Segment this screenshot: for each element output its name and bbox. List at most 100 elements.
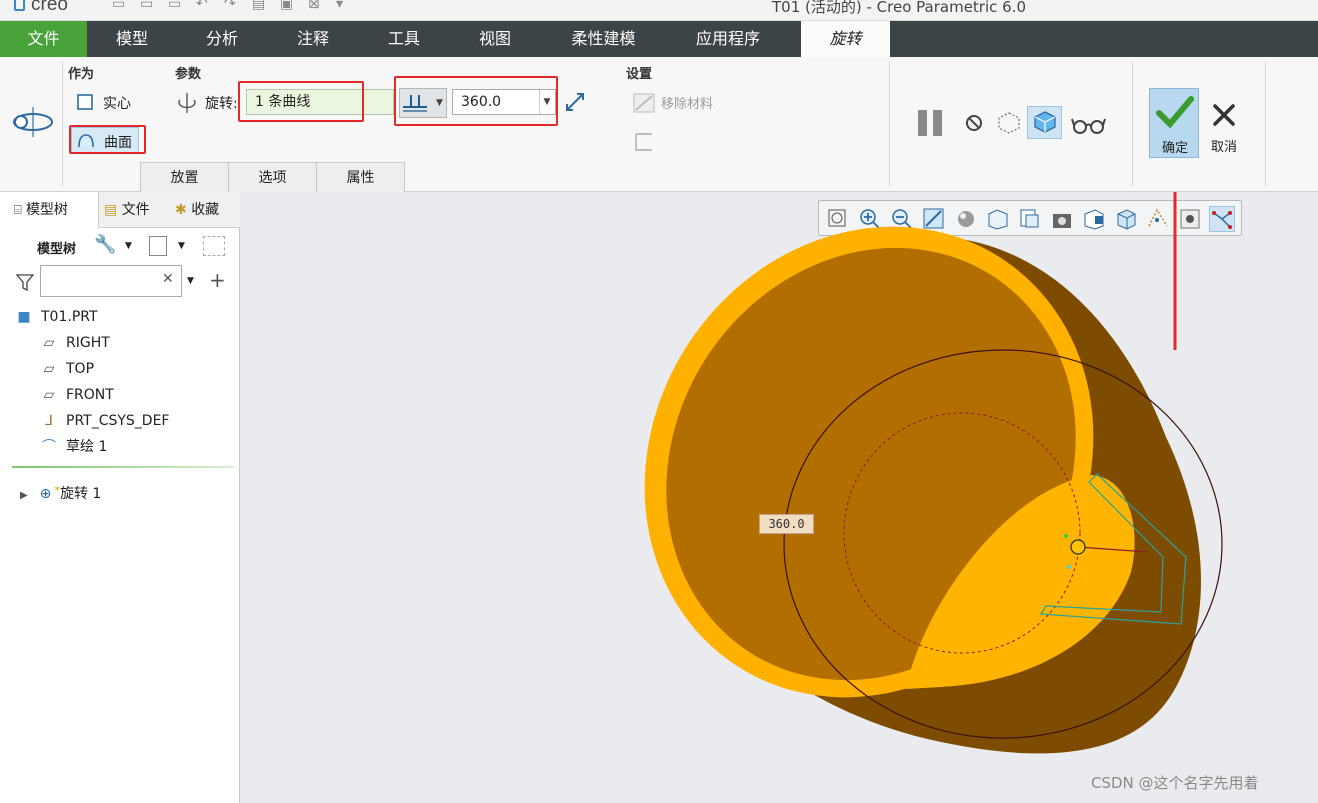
datum-plane-icon: ▱ xyxy=(43,387,55,403)
cancel-label: 取消 xyxy=(1210,140,1237,155)
tree-item-label: 草绘 1 xyxy=(66,439,108,455)
show-icon[interactable] xyxy=(149,236,167,256)
close-window-icon[interactable]: ⊠ xyxy=(308,0,326,14)
window-title: T01 (活动的) - Creo Parametric 6.0 xyxy=(772,0,1027,16)
tree-item-top[interactable]: ▱ TOP xyxy=(40,357,94,381)
ribbon-tab-bar: 文件 模型 分析 注释 工具 视图 柔性建模 应用程序 旋转 xyxy=(0,21,1318,57)
tree-settings-dropdown-icon[interactable]: ▼ xyxy=(125,241,132,251)
no-preview-icon[interactable] xyxy=(965,114,983,132)
navigator-tabs: ⌸ 模型树 ▤ 文件 ✱ 收藏 xyxy=(0,192,240,228)
clear-search-icon[interactable]: ✕ xyxy=(162,271,174,287)
remove-material-option: 移除材料 xyxy=(661,97,714,112)
separator xyxy=(1265,61,1266,187)
left-panel: ⌸ 模型树 ▤ 文件 ✱ 收藏 模型树 🔧 ▼ ▼ ✕ ▼ + ■ T01.PRT… xyxy=(0,192,240,803)
tab-analysis[interactable]: 分析 xyxy=(182,21,262,57)
dashboard-subtabs: 放置 选项 属性 xyxy=(140,162,405,192)
surface-highlight-box xyxy=(69,125,146,154)
subtab-placement[interactable]: 放置 xyxy=(140,162,229,192)
new-icon[interactable]: ▭ xyxy=(112,0,130,14)
tree-item-label: RIGHT xyxy=(66,335,110,351)
tree-item-label: TOP xyxy=(66,361,95,377)
verify-glasses-icon[interactable] xyxy=(1071,115,1107,135)
tree-item-label: 旋转 1 xyxy=(59,486,102,502)
customize-qat-icon[interactable]: ▾ xyxy=(336,0,354,14)
pause-icon[interactable] xyxy=(916,109,946,137)
angle-dimension-tag[interactable]: 360.0 xyxy=(759,514,814,534)
tree-item-revolve[interactable]: ▶ ⊕ *旋转 1 xyxy=(20,479,101,503)
annotation-arrow xyxy=(1173,192,1177,350)
insert-indicator xyxy=(12,466,234,468)
tab-applications[interactable]: 应用程序 xyxy=(680,21,776,57)
undo-icon[interactable]: ↶ xyxy=(196,0,214,14)
graphics-window[interactable]: 360.0 CSDN @这个名字先用着 xyxy=(241,192,1318,803)
tree-settings-icon[interactable]: 🔧 xyxy=(94,234,116,255)
separator xyxy=(62,61,63,187)
preview-wireframe-icon[interactable] xyxy=(997,111,1021,135)
model-tree-header: 模型树 xyxy=(37,242,77,257)
ok-label: 确定 xyxy=(1161,141,1188,156)
tab-tools[interactable]: 工具 xyxy=(364,21,444,57)
settings-group-label: 设置 xyxy=(626,67,653,82)
tree-item-right[interactable]: ▱ RIGHT xyxy=(40,331,110,355)
tab-view[interactable]: 视图 xyxy=(455,21,535,57)
tree-tab-icon: ⌸ xyxy=(14,203,26,218)
tab-favorites[interactable]: ✱ 收藏 xyxy=(175,192,235,228)
tree-item-csys[interactable]: ⅃ PRT_CSYS_DEF xyxy=(40,409,169,433)
open-icon[interactable]: ▭ xyxy=(140,0,158,14)
tree-item-sketch[interactable]: ⌒ 草绘 1 xyxy=(40,435,107,459)
cancel-button[interactable]: 取消 xyxy=(1203,98,1245,158)
revolve-label: 旋转: xyxy=(205,96,238,112)
preview-geometry-icon[interactable] xyxy=(1033,110,1057,134)
tree-item-label: PRT_CSYS_DEF xyxy=(66,413,170,429)
revolve-icon: ⊕ xyxy=(39,486,52,502)
profile-highlight-box xyxy=(238,81,364,122)
thicken-sketch-icon xyxy=(635,133,652,151)
tab-file[interactable]: 文件 xyxy=(0,21,87,57)
tree-item-part[interactable]: ■ T01.PRT xyxy=(15,305,97,329)
tree-item-label: FRONT xyxy=(66,387,114,403)
windows-icon[interactable]: ▣ xyxy=(280,0,298,14)
revolve-dashboard: 作为 实心 曲面 参数 旋转: 1 条曲线 ▼ 360.0 ▼ 设置 移除材料 … xyxy=(0,57,1318,192)
datum-plane-icon: ▱ xyxy=(43,335,55,351)
tab-model-tree[interactable]: ⌸ 模型树 xyxy=(0,192,99,228)
revolve-axis-icon[interactable] xyxy=(176,92,198,114)
tab-folder[interactable]: ▤ 文件 xyxy=(104,192,168,228)
add-filter-icon[interactable]: + xyxy=(209,268,226,292)
save-icon[interactable]: ▭ xyxy=(168,0,186,14)
solid-icon[interactable] xyxy=(77,94,93,110)
tab-model-tree-label: 模型树 xyxy=(25,202,68,218)
regenerate-icon[interactable]: ▤ xyxy=(252,0,270,14)
favorites-icon: ✱ xyxy=(175,202,192,218)
separator xyxy=(889,61,890,187)
filter-funnel-icon[interactable] xyxy=(16,273,34,291)
expand-arrow-icon[interactable]: ▶ xyxy=(20,484,32,508)
subtab-properties[interactable]: 属性 xyxy=(316,162,405,192)
angle-highlight-box xyxy=(394,76,558,126)
show-dropdown-icon[interactable]: ▼ xyxy=(178,241,185,251)
check-icon xyxy=(1156,96,1194,129)
logo-text: creo xyxy=(31,0,68,15)
redo-icon[interactable]: ↷ xyxy=(224,0,242,14)
tree-item-front[interactable]: ▱ FRONT xyxy=(40,383,114,407)
tree-search-input[interactable] xyxy=(40,265,182,297)
search-dropdown-icon[interactable]: ▼ xyxy=(187,276,194,286)
flip-direction-icon[interactable] xyxy=(564,91,586,113)
sketch-icon: ⌒ xyxy=(42,439,56,455)
tab-model[interactable]: 模型 xyxy=(92,21,172,57)
ok-button[interactable]: 确定 xyxy=(1149,88,1199,158)
remove-material-icon xyxy=(633,93,655,113)
tab-favorites-label: 收藏 xyxy=(191,202,220,218)
tab-folder-label: 文件 xyxy=(121,202,150,218)
tab-flexible-modeling[interactable]: 柔性建模 xyxy=(556,21,651,57)
params-group-label: 参数 xyxy=(175,67,202,82)
tree-filter-icon[interactable] xyxy=(203,236,225,256)
csys-icon: ⅃ xyxy=(45,413,53,429)
tab-annotate[interactable]: 注释 xyxy=(273,21,353,57)
subtab-options[interactable]: 选项 xyxy=(228,162,317,192)
solid-option[interactable]: 实心 xyxy=(103,93,131,113)
tab-revolve[interactable]: 旋转 xyxy=(801,21,890,57)
datum-plane-icon: ▱ xyxy=(43,361,55,377)
model-preview[interactable] xyxy=(241,192,1318,803)
title-bar: creo ▭ ▭ ▭ ↶ ↷ ▤ ▣ ⊠ ▾ T01 (活动的) - Creo … xyxy=(0,0,1318,21)
part-icon: ■ xyxy=(17,309,31,325)
